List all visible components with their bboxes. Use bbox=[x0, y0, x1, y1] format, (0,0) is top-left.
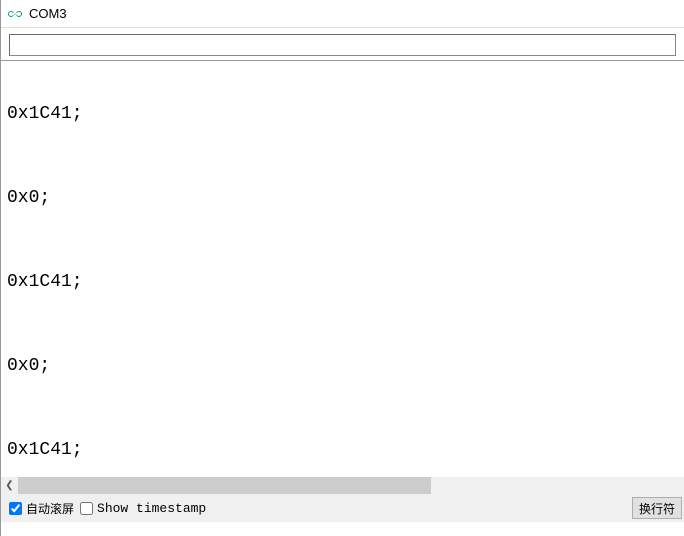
output-line: 0x1C41; bbox=[7, 268, 678, 296]
serial-output: 0x1C41; 0x0; 0x1C41; 0x0; 0x1C41; 0x0; 0… bbox=[1, 61, 684, 477]
output-line: 0x1C41; bbox=[7, 100, 678, 128]
scroll-left-arrow-icon[interactable]: ❮ bbox=[1, 477, 18, 494]
bottom-left-controls: 自动滚屏 Show timestamp bbox=[9, 500, 206, 517]
serial-input[interactable] bbox=[9, 34, 676, 56]
output-line: 0x0; bbox=[7, 352, 678, 380]
output-line: 0x1C41; bbox=[7, 436, 678, 464]
scroll-thumb[interactable] bbox=[18, 477, 431, 494]
newline-button[interactable]: 换行符 bbox=[632, 497, 682, 519]
bottom-bar: 自动滚屏 Show timestamp 换行符 bbox=[1, 494, 684, 522]
timestamp-label: Show timestamp bbox=[97, 501, 206, 516]
arduino-icon bbox=[7, 6, 23, 22]
autoscroll-checkbox-wrap[interactable]: 自动滚屏 bbox=[9, 500, 74, 517]
timestamp-checkbox-wrap[interactable]: Show timestamp bbox=[80, 501, 206, 516]
horizontal-scrollbar[interactable]: ❮ bbox=[1, 477, 684, 494]
scroll-track[interactable] bbox=[18, 477, 684, 494]
title-bar: COM3 bbox=[1, 0, 684, 28]
timestamp-checkbox[interactable] bbox=[80, 502, 93, 515]
output-line: 0x0; bbox=[7, 184, 678, 212]
input-area bbox=[1, 28, 684, 61]
window-title: COM3 bbox=[29, 6, 67, 21]
autoscroll-checkbox[interactable] bbox=[9, 502, 22, 515]
autoscroll-label: 自动滚屏 bbox=[26, 500, 74, 517]
